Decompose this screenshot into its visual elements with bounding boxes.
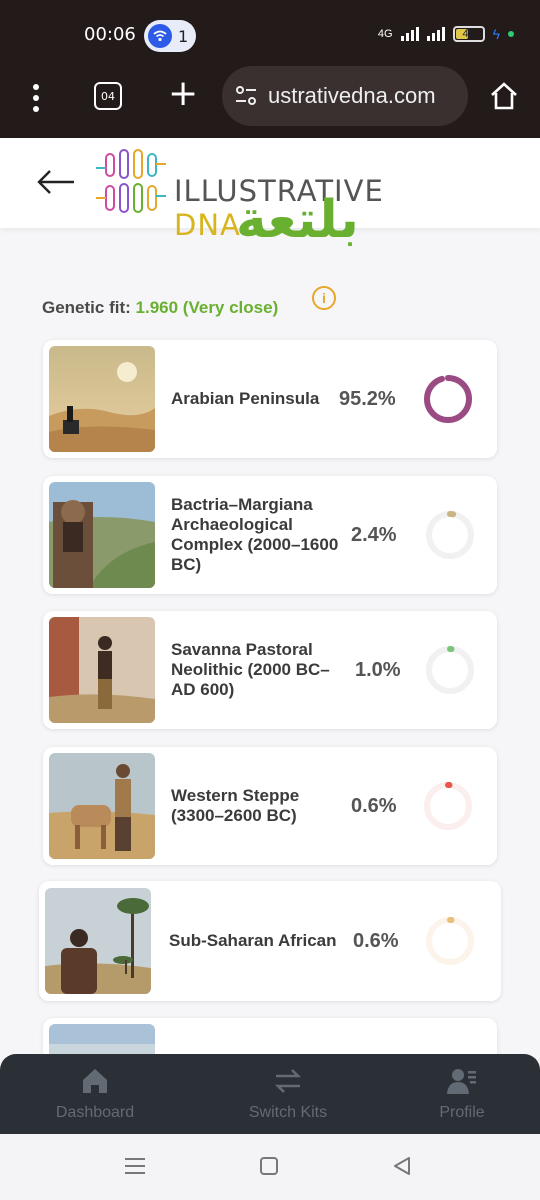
nav-dashboard-label: Dashboard [55, 1104, 135, 1121]
status-bar: 00:06 1 4G 45 ϟ [0, 0, 540, 68]
result-percent: 0.6% [353, 929, 399, 952]
percentage-ring [424, 375, 472, 423]
result-name: Savanna Pastoral Neolithic (2000 BC–AD 6… [171, 640, 330, 699]
genetic-fit-value: 1.960 (Very close) [135, 298, 279, 317]
nav-profile[interactable]: Profile [397, 1066, 527, 1122]
result-card[interactable]: Arabian Peninsula 95.2% [43, 340, 497, 458]
active-dot [508, 31, 514, 37]
result-percent: 0.6% [351, 794, 397, 817]
illustrativedna-logo[interactable]: ILLUSTRATIVEDNA بلتعة [96, 148, 446, 258]
percentage-ring [424, 782, 472, 830]
thumbnail-african [45, 888, 151, 994]
result-percent: 2.4% [351, 523, 397, 546]
site-settings-icon[interactable] [234, 85, 258, 107]
browser-toolbar: 04 + ustrativedna.com [0, 66, 540, 138]
genetic-fit-label: Genetic fit: [42, 298, 131, 317]
address-bar[interactable]: ustrativedna.com [222, 66, 468, 126]
bottom-navigation: Dashboard Switch Kits Profile [0, 1054, 540, 1134]
nav-dashboard[interactable]: Dashboard [30, 1066, 160, 1122]
home-icon [83, 1069, 107, 1093]
site-header: ILLUSTRATIVEDNA بلتعة [0, 138, 540, 250]
thumbnail-savanna [49, 617, 155, 723]
new-tab-button[interactable]: + [168, 76, 198, 112]
signal-icon-2 [426, 27, 445, 41]
recent-apps-icon[interactable] [124, 1156, 146, 1176]
thumbnail-valley [49, 482, 155, 588]
result-percent: 1.0% [355, 658, 401, 681]
battery-icon: 45 [452, 26, 485, 42]
percentage-ring [426, 917, 474, 965]
percentage-ring [426, 511, 474, 559]
back-arrow-icon[interactable] [36, 168, 76, 196]
home-button-icon[interactable] [259, 1156, 279, 1176]
hotspot-indicator[interactable]: 1 [144, 20, 196, 52]
result-card[interactable]: Western Steppe (3300–2600 BC) 0.6% [43, 747, 497, 865]
nav-switch-kits[interactable]: Switch Kits [223, 1066, 353, 1122]
charging-icon: ϟ [492, 26, 500, 42]
hotspot-count: 1 [178, 26, 189, 46]
result-percent: 95.2% [339, 387, 396, 410]
signal-icon [400, 27, 419, 41]
result-name: Sub-Saharan African [169, 931, 337, 950]
info-icon[interactable]: i [312, 286, 336, 310]
menu-icon[interactable] [30, 84, 42, 112]
status-time: 00:06 [84, 24, 136, 45]
result-name: Western Steppe (3300–2600 BC) [171, 786, 300, 825]
dna-logo-icon [96, 149, 166, 213]
tabs-button[interactable]: 04 [94, 82, 122, 110]
system-navigation [0, 1134, 540, 1200]
result-name: Arabian Peninsula [171, 389, 320, 408]
result-name: Bactria–Margiana Archaeological Complex … [171, 495, 339, 574]
thumbnail-steppe [49, 753, 155, 859]
nav-switch-kits-label: Switch Kits [248, 1104, 328, 1121]
result-card[interactable]: Savanna Pastoral Neolithic (2000 BC–AD 6… [43, 611, 497, 729]
wifi-icon [148, 24, 172, 48]
thumbnail-desert [49, 346, 155, 452]
percentage-ring [426, 646, 474, 694]
url-text: ustrativedna.com [268, 83, 436, 108]
back-button-icon[interactable] [392, 1156, 412, 1176]
home-icon[interactable] [488, 80, 520, 112]
nav-profile-label: Profile [439, 1104, 485, 1121]
result-card[interactable]: Bactria–Margiana Archaeological Complex … [43, 476, 497, 594]
switch-arrows-icon [274, 1069, 302, 1093]
profile-icon [447, 1069, 476, 1094]
arabic-overlay-text: بلتعة [236, 190, 359, 250]
network-type: 4G [377, 28, 393, 40]
result-card[interactable]: Sub-Saharan African 0.6% [39, 881, 501, 1001]
battery-level: 45 [462, 28, 475, 40]
genetic-fit: Genetic fit: 1.960 (Very close) [42, 298, 278, 318]
